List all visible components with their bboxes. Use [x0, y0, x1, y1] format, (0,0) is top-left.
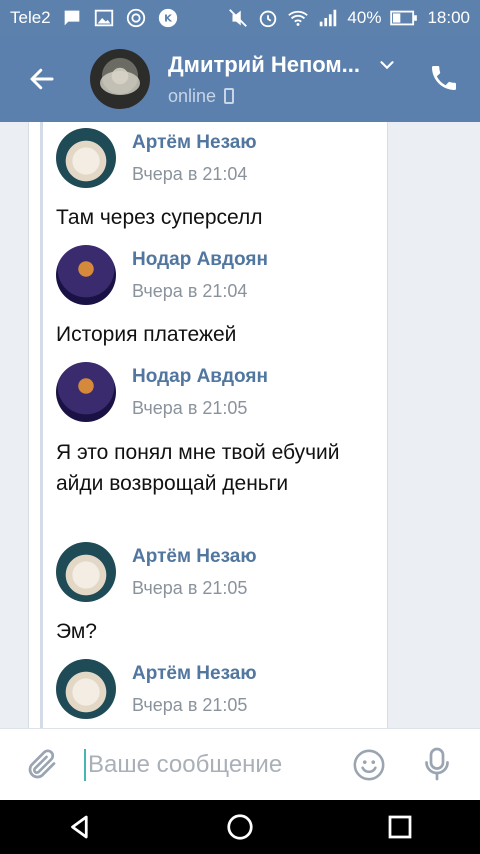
message-author[interactable]: Нодар Авдоян	[132, 366, 268, 388]
vk-icon: K	[157, 7, 179, 29]
message-text: Я это понял мне твой ебучий айди возврощ…	[56, 441, 340, 495]
mute-icon	[227, 7, 249, 29]
back-triangle-icon[interactable]	[65, 812, 95, 842]
chat-header: Дмитрий Непом... online	[0, 36, 480, 122]
message-input-wrapper[interactable]	[84, 745, 316, 785]
message-time: Вчера в 21:04	[132, 281, 248, 301]
chat-bubble-icon	[61, 7, 83, 29]
recents-square-icon[interactable]	[385, 812, 415, 842]
avatar[interactable]	[56, 245, 116, 305]
chevron-down-icon	[380, 60, 394, 69]
home-circle-icon[interactable]	[225, 812, 255, 842]
carrier-label: Tele2	[10, 8, 51, 27]
battery-percent: 40%	[347, 8, 382, 27]
at-icon	[125, 7, 147, 29]
message-author[interactable]: Артём Незаю	[132, 663, 257, 685]
message-time: Вчера в 21:05	[132, 398, 248, 418]
avatar[interactable]	[56, 128, 116, 188]
avatar[interactable]	[56, 659, 116, 719]
avatar[interactable]	[90, 49, 150, 109]
message-text: Там через суперселл	[56, 206, 263, 229]
back-arrow-icon	[30, 68, 54, 90]
smile-icon[interactable]	[352, 748, 386, 782]
message-time: Вчера в 21:05	[132, 578, 248, 598]
image-icon	[93, 7, 115, 29]
clock: 18:00	[427, 8, 470, 27]
online-status: online	[168, 85, 217, 106]
forwarded-quote-bar	[40, 122, 43, 728]
phone-icon	[432, 66, 456, 90]
message-author[interactable]: Артём Незаю	[132, 132, 257, 154]
message-author[interactable]: Нодар Авдоян	[132, 249, 268, 271]
wifi-icon	[287, 7, 309, 29]
back-button[interactable]	[0, 36, 84, 122]
svg-text:K: K	[164, 14, 173, 25]
message-composer	[0, 728, 480, 800]
text-caret	[84, 748, 86, 781]
message-input[interactable]	[88, 750, 308, 779]
message-list[interactable]: Артём Незаю Вчера в 21:04 Там через супе…	[0, 122, 480, 728]
message-time: Вчера в 21:05	[132, 695, 248, 715]
message-text: История платежей	[56, 323, 237, 346]
message-text: Эм?	[56, 620, 97, 643]
paperclip-icon[interactable]	[24, 747, 60, 783]
battery-icon	[389, 7, 419, 29]
alarm-icon	[257, 7, 279, 29]
signal-icon	[317, 7, 339, 29]
call-button[interactable]	[428, 62, 460, 94]
microphone-icon[interactable]	[422, 746, 452, 782]
message-author[interactable]: Артём Незаю	[132, 546, 257, 568]
avatar[interactable]	[56, 542, 116, 602]
contact-name: Дмитрий Непом...	[168, 51, 361, 77]
contact-info[interactable]: Дмитрий Непом... online	[168, 52, 398, 107]
mobile-device-icon	[224, 88, 235, 104]
message-time: Вчера в 21:04	[132, 164, 248, 184]
status-bar: Tele2 K 40% 18:00	[0, 0, 480, 36]
system-navigation-bar	[0, 800, 480, 854]
avatar[interactable]	[56, 362, 116, 422]
